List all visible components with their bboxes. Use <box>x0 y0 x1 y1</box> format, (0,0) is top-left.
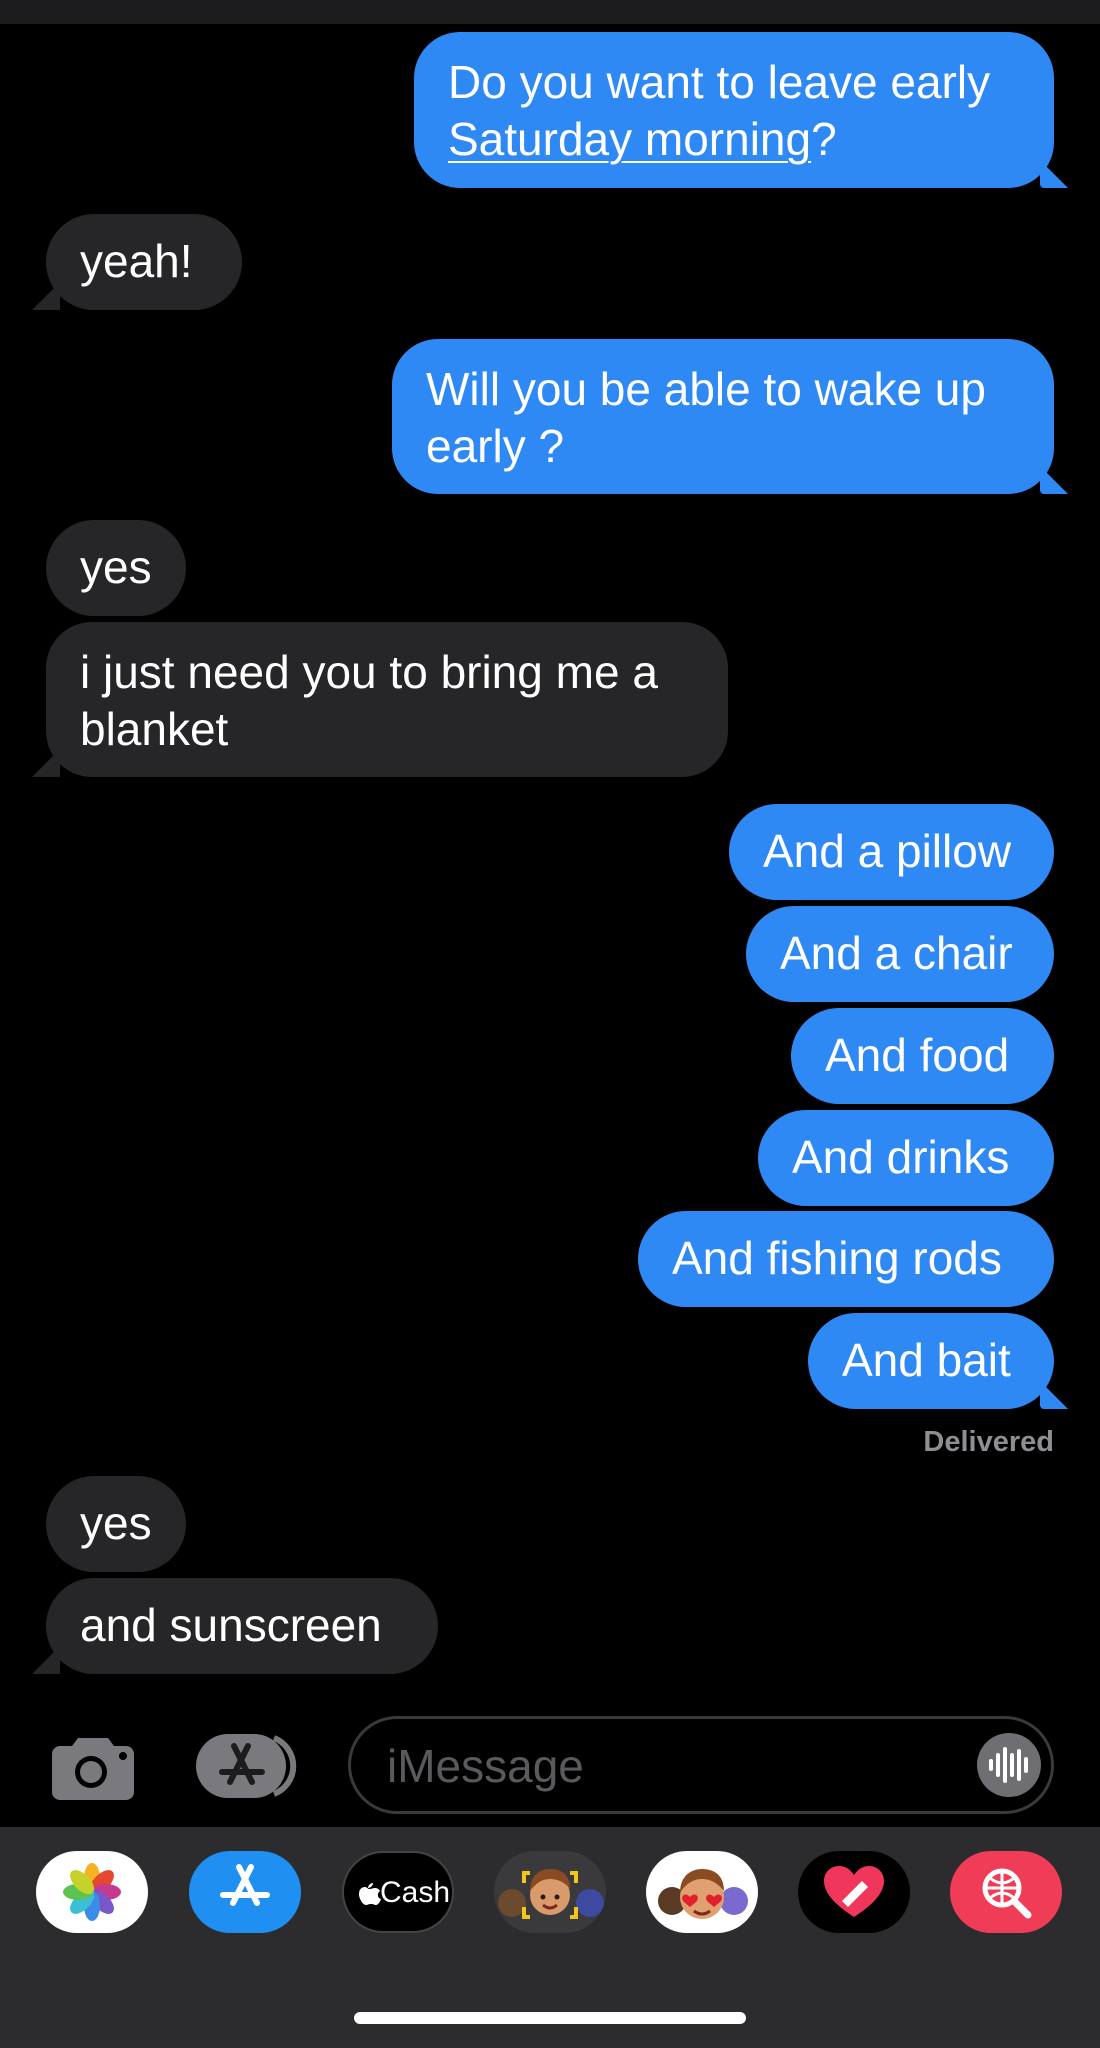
home-indicator[interactable] <box>354 2012 746 2024</box>
photos-icon <box>63 1863 121 1921</box>
imessage-input[interactable] <box>385 1719 969 1813</box>
date-link[interactable]: Saturday morning <box>448 113 811 165</box>
images-search-app-button[interactable] <box>950 1851 1062 1933</box>
apps-button[interactable] <box>196 1732 300 1800</box>
photos-app-button[interactable] <box>36 1851 148 1933</box>
outgoing-message[interactable]: And bait <box>808 1313 1054 1409</box>
message-line: blanket <box>80 703 229 755</box>
outgoing-message[interactable]: And food <box>791 1008 1054 1104</box>
images-search-icon <box>982 1868 1032 1919</box>
incoming-message[interactable]: i just need you to bring me a blanket <box>46 622 728 777</box>
audio-record-button[interactable] <box>977 1733 1041 1797</box>
app-store-app-button[interactable] <box>189 1851 301 1933</box>
memoji-stickers-icon <box>658 1869 748 1919</box>
digital-touch-icon <box>824 1866 884 1917</box>
message-line: Will you be able to wake up <box>426 363 986 415</box>
message-line: Saturday morning? <box>448 113 837 165</box>
memoji-icon <box>498 1869 604 1919</box>
message-line: Do you want to leave early <box>448 56 991 108</box>
digital-touch-app-button[interactable] <box>798 1851 910 1933</box>
memoji-stickers-app-button[interactable] <box>646 1851 758 1933</box>
incoming-message[interactable]: yes <box>46 520 186 616</box>
memoji-app-button[interactable] <box>494 1851 606 1933</box>
outgoing-message[interactable]: Do you want to leave early Saturday morn… <box>414 32 1054 188</box>
incoming-message[interactable]: yeah! <box>46 214 242 310</box>
delivered-status: Delivered <box>923 1426 1054 1458</box>
waveform-icon <box>989 1747 1028 1783</box>
camera-icon <box>52 1738 134 1800</box>
message-input-field[interactable] <box>348 1716 1054 1814</box>
outgoing-message[interactable]: And a chair <box>746 906 1054 1002</box>
app-store-icon <box>196 1734 297 1798</box>
status-bar-strip <box>0 0 1100 24</box>
app-store-icon <box>220 1864 270 1906</box>
message-line: early ? <box>426 420 565 472</box>
incoming-message[interactable]: yes <box>46 1476 186 1572</box>
camera-button[interactable] <box>50 1732 136 1800</box>
outgoing-message[interactable]: And a pillow <box>729 804 1054 900</box>
outgoing-message[interactable]: Will you be able to wake up early ? <box>392 339 1054 494</box>
message-line: i just need you to bring me a <box>80 646 658 698</box>
outgoing-message[interactable]: And fishing rods <box>638 1211 1054 1307</box>
cash-label: Cash <box>380 1876 451 1909</box>
outgoing-message[interactable]: And drinks <box>758 1110 1054 1206</box>
app-drawer: Cash <box>0 1827 1100 2048</box>
incoming-message[interactable]: and sunscreen <box>46 1578 438 1674</box>
apple-cash-app-button[interactable]: Cash <box>342 1851 454 1933</box>
